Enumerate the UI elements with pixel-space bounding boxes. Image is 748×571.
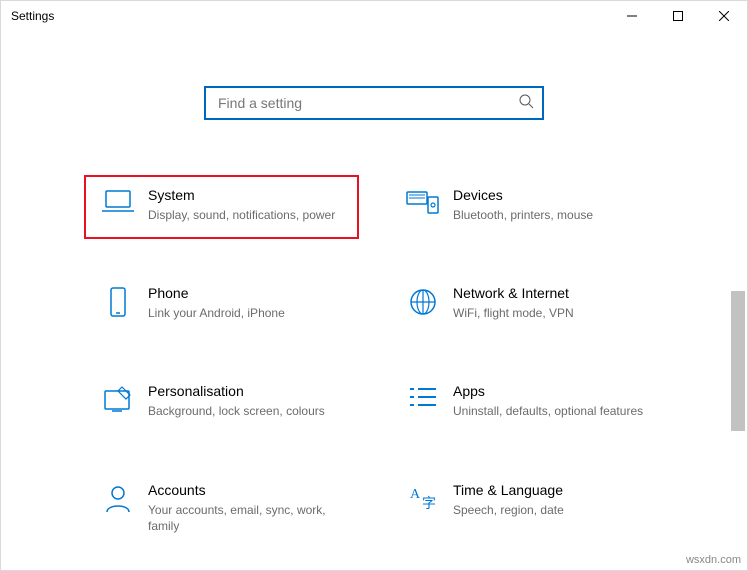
search-container bbox=[1, 86, 747, 120]
window-title: Settings bbox=[11, 9, 54, 23]
tile-devices[interactable]: Devices Bluetooth, printers, mouse bbox=[389, 175, 664, 239]
tile-time-language[interactable]: A字 Time & Language Speech, region, date bbox=[389, 470, 664, 550]
tile-personalisation[interactable]: Personalisation Background, lock screen,… bbox=[84, 371, 359, 435]
search-box[interactable] bbox=[204, 86, 544, 120]
tile-desc: Display, sound, notifications, power bbox=[148, 207, 347, 223]
tile-title: Personalisation bbox=[148, 383, 347, 399]
tile-title: Network & Internet bbox=[453, 285, 652, 301]
tile-desc: Link your Android, iPhone bbox=[148, 305, 347, 321]
tile-title: Accounts bbox=[148, 482, 347, 498]
watermark: wsxdn.com bbox=[686, 554, 741, 566]
tile-desc: Bluetooth, printers, mouse bbox=[453, 207, 652, 223]
devices-icon bbox=[401, 187, 445, 223]
maximize-icon bbox=[673, 11, 683, 21]
close-icon bbox=[719, 11, 729, 21]
apps-list-icon bbox=[401, 383, 445, 419]
svg-text:A: A bbox=[410, 487, 421, 502]
phone-icon bbox=[96, 285, 140, 321]
tile-title: System bbox=[148, 187, 347, 203]
search-input[interactable] bbox=[216, 94, 518, 112]
tile-apps[interactable]: Apps Uninstall, defaults, optional featu… bbox=[389, 371, 664, 435]
maximize-button[interactable] bbox=[655, 1, 701, 31]
tile-desc: WiFi, flight mode, VPN bbox=[453, 305, 652, 321]
settings-grid: System Display, sound, notifications, po… bbox=[84, 175, 664, 550]
tile-desc: Speech, region, date bbox=[453, 502, 652, 518]
minimize-button[interactable] bbox=[609, 1, 655, 31]
laptop-icon bbox=[96, 187, 140, 223]
svg-text:字: 字 bbox=[422, 496, 436, 512]
tile-desc: Uninstall, defaults, optional features bbox=[453, 403, 652, 419]
tile-network[interactable]: Network & Internet WiFi, flight mode, VP… bbox=[389, 273, 664, 337]
settings-window: Settings bbox=[0, 0, 748, 571]
window-buttons bbox=[609, 1, 747, 31]
globe-icon bbox=[401, 285, 445, 321]
tile-system[interactable]: System Display, sound, notifications, po… bbox=[84, 175, 359, 239]
tile-title: Time & Language bbox=[453, 482, 652, 498]
tile-title: Phone bbox=[148, 285, 347, 301]
content-area: System Display, sound, notifications, po… bbox=[1, 31, 747, 570]
titlebar: Settings bbox=[1, 1, 747, 31]
close-button[interactable] bbox=[701, 1, 747, 31]
language-icon: A字 bbox=[401, 482, 445, 534]
tile-desc: Background, lock screen, colours bbox=[148, 403, 347, 419]
scrollbar-thumb[interactable] bbox=[731, 291, 745, 431]
tile-accounts[interactable]: Accounts Your accounts, email, sync, wor… bbox=[84, 470, 359, 550]
tile-desc: Your accounts, email, sync, work, family bbox=[148, 502, 347, 534]
tile-title: Devices bbox=[453, 187, 652, 203]
tile-phone[interactable]: Phone Link your Android, iPhone bbox=[84, 273, 359, 337]
person-icon bbox=[96, 482, 140, 534]
minimize-icon bbox=[627, 11, 637, 21]
tile-title: Apps bbox=[453, 383, 652, 399]
paint-icon bbox=[96, 383, 140, 419]
search-icon bbox=[518, 93, 534, 114]
